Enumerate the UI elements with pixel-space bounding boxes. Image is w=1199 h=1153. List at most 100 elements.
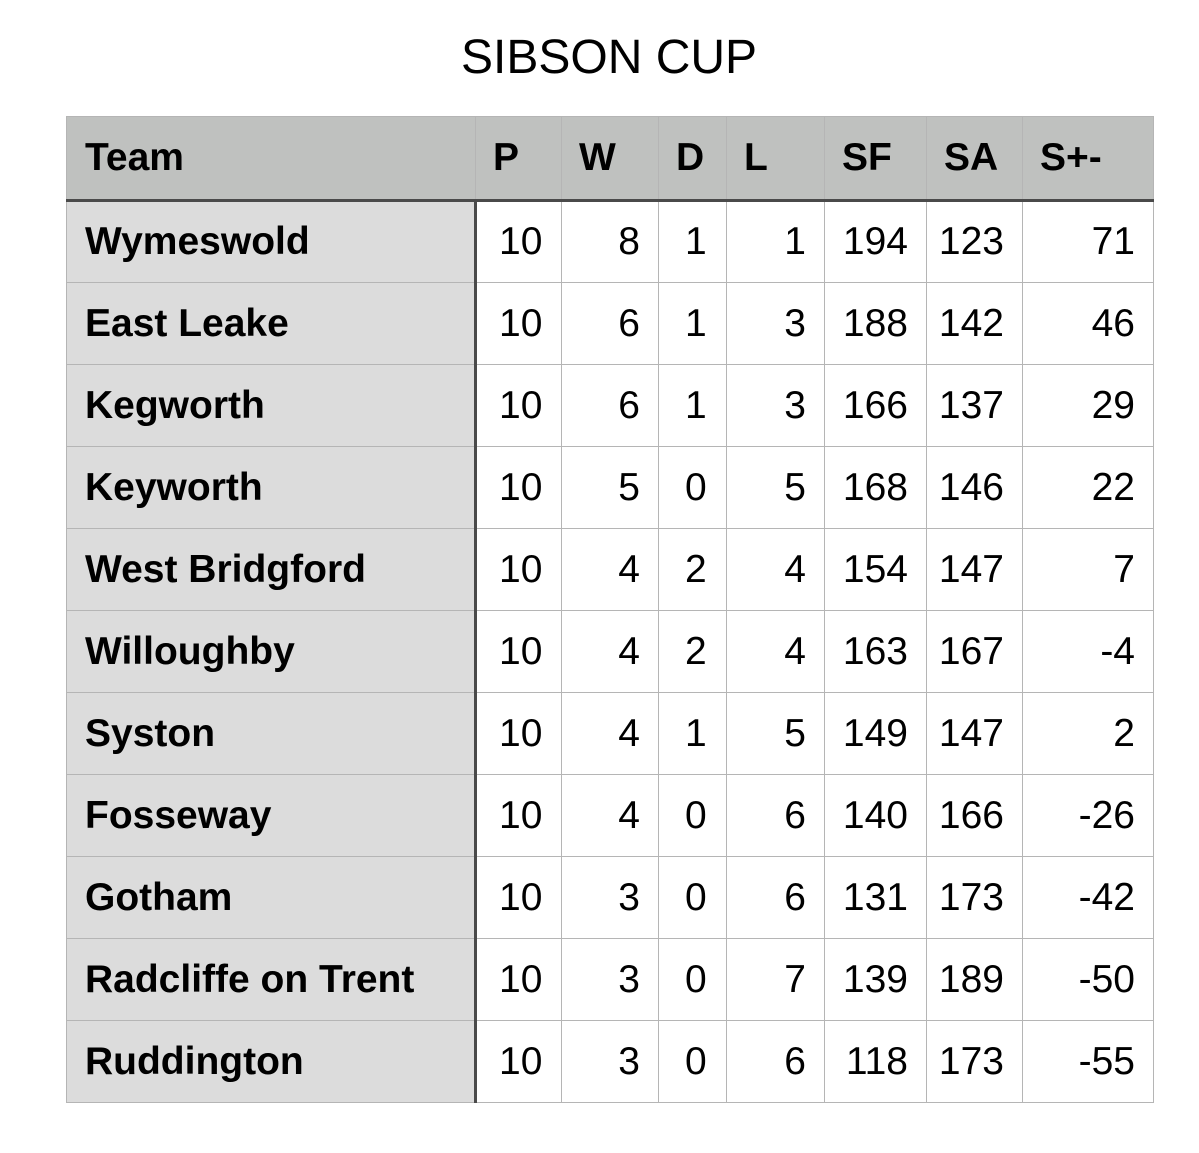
column-header-won: W xyxy=(561,116,659,202)
won-cell: 6 xyxy=(561,364,659,447)
shots-against-cell: 147 xyxy=(926,692,1023,775)
lost-cell: 3 xyxy=(726,364,825,447)
drawn-cell: 0 xyxy=(658,856,727,939)
shots-for-cell: 194 xyxy=(824,200,927,283)
shots-for-cell: 166 xyxy=(824,364,927,447)
table-row: Kegworth 10 6 1 3 166 137 29 xyxy=(66,364,1154,447)
column-header-shots-for: SF xyxy=(824,116,927,202)
played-cell: 10 xyxy=(475,200,562,283)
shot-difference-cell: -50 xyxy=(1022,938,1154,1021)
lost-cell: 1 xyxy=(726,200,825,283)
won-cell: 4 xyxy=(561,774,659,857)
table-row: Gotham 10 3 0 6 131 173 -42 xyxy=(66,856,1154,939)
played-cell: 10 xyxy=(475,528,562,611)
shots-against-cell: 166 xyxy=(926,774,1023,857)
column-header-shots-against: SA xyxy=(926,116,1023,202)
shots-for-cell: 131 xyxy=(824,856,927,939)
played-cell: 10 xyxy=(475,446,562,529)
played-cell: 10 xyxy=(475,774,562,857)
shot-difference-cell: -26 xyxy=(1022,774,1154,857)
team-name-cell: Willoughby xyxy=(66,610,477,693)
won-cell: 3 xyxy=(561,856,659,939)
shot-difference-cell: 7 xyxy=(1022,528,1154,611)
table-row: West Bridgford 10 4 2 4 154 147 7 xyxy=(66,528,1154,611)
lost-cell: 3 xyxy=(726,282,825,365)
column-header-shot-difference: S+- xyxy=(1022,116,1154,202)
shot-difference-cell: -55 xyxy=(1022,1020,1154,1103)
shot-difference-cell: 29 xyxy=(1022,364,1154,447)
won-cell: 4 xyxy=(561,610,659,693)
column-header-drawn: D xyxy=(658,116,727,202)
played-cell: 10 xyxy=(475,938,562,1021)
shots-against-cell: 123 xyxy=(926,200,1023,283)
shots-for-cell: 168 xyxy=(824,446,927,529)
lost-cell: 4 xyxy=(726,528,825,611)
team-name-cell: Wymeswold xyxy=(66,200,477,283)
shots-for-cell: 163 xyxy=(824,610,927,693)
shots-against-cell: 189 xyxy=(926,938,1023,1021)
played-cell: 10 xyxy=(475,692,562,775)
shots-for-cell: 188 xyxy=(824,282,927,365)
played-cell: 10 xyxy=(475,610,562,693)
played-cell: 10 xyxy=(475,1020,562,1103)
team-name-cell: Ruddington xyxy=(66,1020,477,1103)
lost-cell: 6 xyxy=(726,774,825,857)
shots-against-cell: 146 xyxy=(926,446,1023,529)
lost-cell: 6 xyxy=(726,1020,825,1103)
shots-for-cell: 149 xyxy=(824,692,927,775)
drawn-cell: 2 xyxy=(658,528,727,611)
drawn-cell: 0 xyxy=(658,446,727,529)
team-name-cell: Radcliffe on Trent xyxy=(66,938,477,1021)
shots-for-cell: 118 xyxy=(824,1020,927,1103)
table-row: Willoughby 10 4 2 4 163 167 -4 xyxy=(66,610,1154,693)
shots-against-cell: 173 xyxy=(926,856,1023,939)
team-name-cell: West Bridgford xyxy=(66,528,477,611)
shots-against-cell: 137 xyxy=(926,364,1023,447)
column-header-lost: L xyxy=(726,116,825,202)
drawn-cell: 1 xyxy=(658,282,727,365)
column-header-played: P xyxy=(475,116,562,202)
shot-difference-cell: -42 xyxy=(1022,856,1154,939)
shot-difference-cell: 2 xyxy=(1022,692,1154,775)
won-cell: 3 xyxy=(561,1020,659,1103)
shot-difference-cell: -4 xyxy=(1022,610,1154,693)
shot-difference-cell: 22 xyxy=(1022,446,1154,529)
table-body: Wymeswold 10 8 1 1 194 123 71 East Leake 10 6 1 3 188… xyxy=(66,200,1154,1103)
team-name-cell: Fosseway xyxy=(66,774,477,857)
column-header-team: Team xyxy=(66,116,476,202)
won-cell: 5 xyxy=(561,446,659,529)
team-name-cell: East Leake xyxy=(66,282,477,365)
drawn-cell: 1 xyxy=(658,364,727,447)
shots-for-cell: 154 xyxy=(824,528,927,611)
drawn-cell: 0 xyxy=(658,938,727,1021)
drawn-cell: 1 xyxy=(658,200,727,283)
standings-table: Team P W D L SF SA S+- Wymeswold 10 8 1 1 194… xyxy=(66,116,1154,1103)
shot-difference-cell: 71 xyxy=(1022,200,1154,283)
table-row: Wymeswold 10 8 1 1 194 123 71 xyxy=(66,200,1154,283)
lost-cell: 6 xyxy=(726,856,825,939)
shots-against-cell: 147 xyxy=(926,528,1023,611)
shots-against-cell: 173 xyxy=(926,1020,1023,1103)
shots-against-cell: 142 xyxy=(926,282,1023,365)
table-row: Fosseway 10 4 0 6 140 166 -26 xyxy=(66,774,1154,857)
shots-against-cell: 167 xyxy=(926,610,1023,693)
won-cell: 8 xyxy=(561,200,659,283)
table-row: Radcliffe on Trent 10 3 0 7 139 189 -50 xyxy=(66,938,1154,1021)
team-name-cell: Kegworth xyxy=(66,364,477,447)
played-cell: 10 xyxy=(475,364,562,447)
won-cell: 4 xyxy=(561,692,659,775)
won-cell: 4 xyxy=(561,528,659,611)
header-row: Team P W D L SF SA S+- xyxy=(66,116,1154,202)
shots-for-cell: 139 xyxy=(824,938,927,1021)
drawn-cell: 2 xyxy=(658,610,727,693)
lost-cell: 5 xyxy=(726,446,825,529)
lost-cell: 4 xyxy=(726,610,825,693)
drawn-cell: 1 xyxy=(658,692,727,775)
played-cell: 10 xyxy=(475,282,562,365)
played-cell: 10 xyxy=(475,856,562,939)
won-cell: 6 xyxy=(561,282,659,365)
shot-difference-cell: 46 xyxy=(1022,282,1154,365)
lost-cell: 5 xyxy=(726,692,825,775)
drawn-cell: 0 xyxy=(658,774,727,857)
shots-for-cell: 140 xyxy=(824,774,927,857)
